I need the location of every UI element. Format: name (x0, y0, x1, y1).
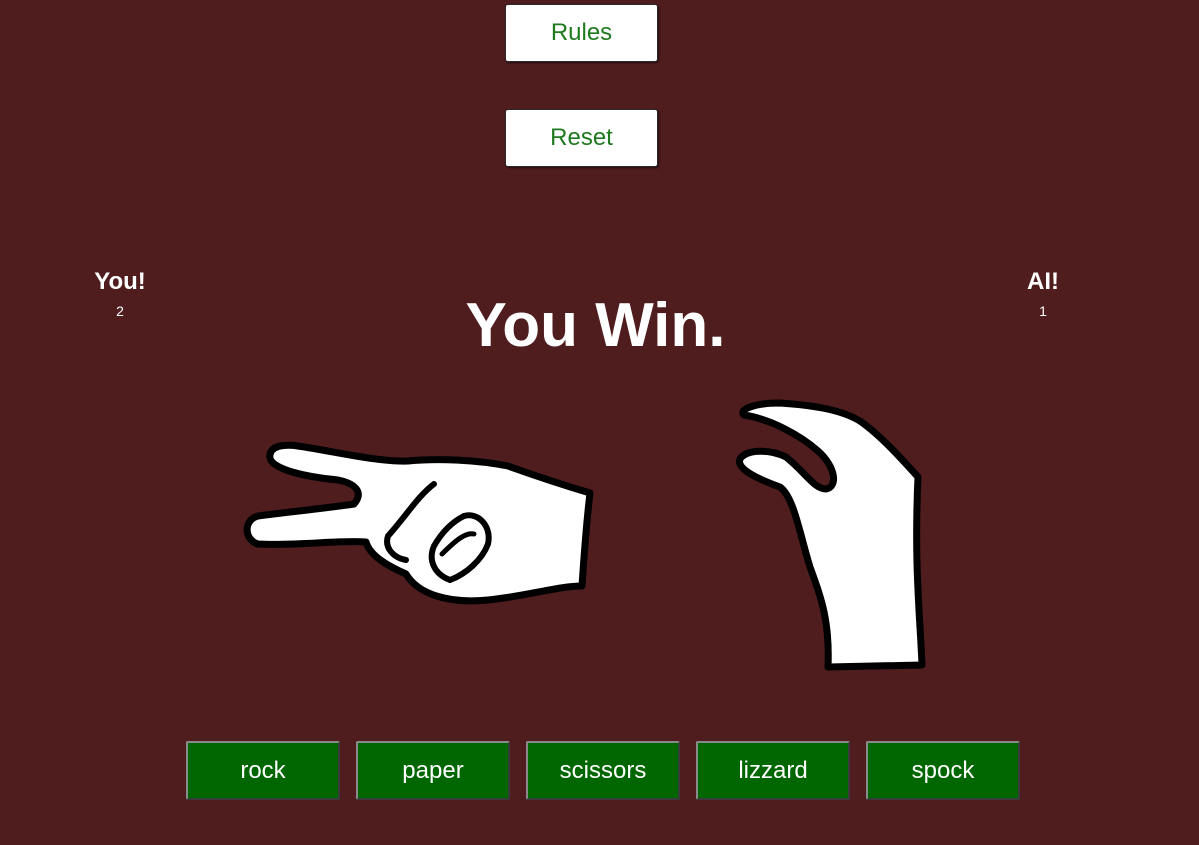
paper-hand-icon (736, 399, 926, 671)
scissors-button[interactable]: scissors (526, 741, 680, 800)
lizzard-button[interactable]: lizzard (696, 741, 850, 800)
choice-bar: rock paper scissors lizzard spock (186, 741, 1020, 800)
game-stage: Rules Reset You! 2 AI! 1 You Win. rock p… (0, 0, 1199, 845)
result-message: You Win. (465, 291, 726, 360)
spock-button[interactable]: spock (866, 741, 1020, 800)
scissors-hand-icon (243, 441, 594, 605)
reset-button[interactable]: Reset (505, 109, 658, 167)
rules-button[interactable]: Rules (505, 4, 658, 62)
paper-button[interactable]: paper (356, 741, 510, 800)
rock-button[interactable]: rock (186, 741, 340, 800)
